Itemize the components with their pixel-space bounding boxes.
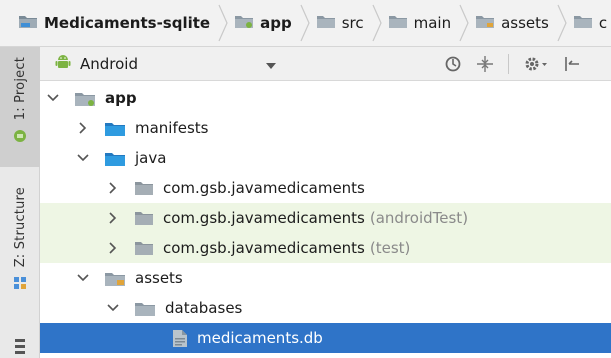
package-icon — [134, 210, 154, 226]
tree-node-medicaments-db[interactable]: medicaments.db — [40, 323, 611, 353]
tree-node-label: assets — [135, 269, 183, 287]
folder-icon — [316, 13, 336, 33]
breadcrumb-item-assets[interactable]: assets — [475, 0, 549, 46]
breadcrumb-item-app[interactable]: app — [234, 0, 292, 46]
tool-tab-label: 1: Project — [12, 57, 28, 121]
tool-window-strip: 1: Project Z: Structure — [0, 47, 40, 358]
folder-icon — [104, 120, 126, 137]
module-folder-icon — [74, 90, 96, 107]
hide-icon[interactable] — [563, 54, 581, 74]
tree-node-package-test[interactable]: com.gsb.javamedicaments (test) — [40, 233, 611, 263]
package-icon — [134, 180, 154, 196]
tool-tab-structure[interactable]: Z: Structure — [0, 187, 40, 317]
tree-node-databases[interactable]: databases — [40, 293, 611, 323]
folder-icon — [388, 13, 408, 33]
tree-node-suffix: (test) — [369, 239, 411, 257]
breadcrumb-label: main — [413, 14, 452, 32]
chevron-right-icon[interactable] — [106, 241, 120, 255]
structure-icon — [12, 275, 28, 295]
android-icon — [54, 53, 72, 75]
tree-node-label: java — [135, 149, 167, 167]
tree-node-label: com.gsb.javamedicaments — [163, 239, 365, 257]
tree-node-label: manifests — [135, 119, 209, 137]
project-panel: Android app manifests java com.gsb.javam… — [40, 47, 611, 358]
breadcrumb-label: app — [260, 14, 292, 32]
chevron-right-icon[interactable] — [76, 121, 90, 135]
tree-node-label: com.gsb.javamedicaments — [163, 179, 365, 197]
breadcrumb-label: src — [341, 14, 364, 32]
chevron-down-icon[interactable] — [46, 91, 60, 105]
breadcrumb-item-project[interactable]: Medicaments-sqlite — [18, 0, 210, 46]
chevron-down-icon[interactable] — [76, 151, 90, 165]
tree-node-package-androidtest[interactable]: com.gsb.javamedicaments (androidTest) — [40, 203, 611, 233]
breadcrumb-separator-icon — [555, 0, 569, 46]
tree-node-suffix: (androidTest) — [369, 209, 469, 227]
navigation-breadcrumb: Medicaments-sqlite app src main assets c — [0, 0, 611, 47]
breadcrumb-separator-icon — [457, 0, 471, 46]
tool-tab-partial[interactable] — [0, 337, 40, 358]
breadcrumb-label: Medicaments-sqlite — [44, 14, 211, 32]
folder-icon — [573, 13, 593, 33]
tree-node-assets[interactable]: assets — [40, 263, 611, 293]
project-panel-header: Android — [40, 47, 611, 81]
chevron-right-icon[interactable] — [106, 181, 120, 195]
settings-icon[interactable] — [523, 54, 549, 74]
chevron-down-icon — [266, 55, 276, 73]
tree-node-package[interactable]: com.gsb.javamedicaments — [40, 173, 611, 203]
package-icon — [134, 240, 154, 256]
breadcrumb-item-src[interactable]: src — [316, 0, 364, 46]
folder-icon — [104, 150, 126, 167]
folder-icon — [134, 300, 156, 317]
tree-node-app[interactable]: app — [40, 83, 611, 113]
assets-folder-icon — [104, 270, 126, 287]
project-view-dropdown[interactable]: Android — [40, 47, 280, 80]
collapse-icon[interactable] — [476, 54, 494, 74]
chevron-right-icon[interactable] — [106, 211, 120, 225]
tool-tab-label: Z: Structure — [12, 187, 28, 268]
tree-node-label: app — [105, 89, 137, 107]
breadcrumb-item-main[interactable]: main — [388, 0, 451, 46]
project-folder-icon — [18, 13, 38, 33]
breadcrumb-separator-icon — [370, 0, 384, 46]
android-project-icon — [12, 128, 28, 148]
toolbar-divider — [508, 53, 509, 74]
breadcrumb-item-truncated[interactable]: c — [573, 0, 607, 46]
breadcrumb-separator-icon — [298, 0, 312, 46]
tool-tab-project[interactable]: 1: Project — [0, 47, 40, 167]
sync-icon[interactable] — [444, 54, 462, 74]
tree-node-label: com.gsb.javamedicaments — [163, 209, 365, 227]
tree-node-label: databases — [165, 299, 243, 317]
project-view-label: Android — [80, 54, 138, 73]
breadcrumb-label: c — [598, 14, 608, 32]
breadcrumb-label: assets — [501, 14, 549, 32]
assets-folder-icon — [475, 13, 495, 33]
tree-node-java[interactable]: java — [40, 143, 611, 173]
chevron-down-icon[interactable] — [76, 271, 90, 285]
tree-node-label: medicaments.db — [197, 329, 323, 347]
breadcrumb-separator-icon — [216, 0, 230, 46]
chevron-down-icon[interactable] — [106, 301, 120, 315]
panel-toolbar — [444, 53, 581, 74]
tree-node-manifests[interactable]: manifests — [40, 113, 611, 143]
captures-icon — [12, 337, 28, 358]
module-folder-icon — [234, 13, 254, 33]
file-icon — [172, 329, 188, 348]
